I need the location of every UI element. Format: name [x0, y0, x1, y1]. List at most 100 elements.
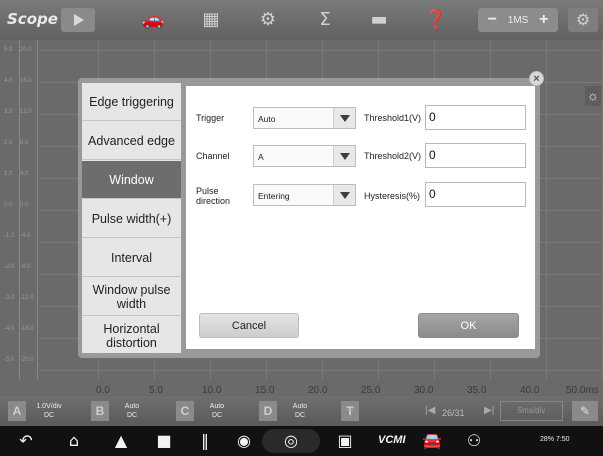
home-icon[interactable]: ⌂	[62, 431, 86, 451]
trigger-select-value: Auto	[258, 114, 276, 124]
status-indicators: 28% 7:50	[540, 436, 570, 443]
tab-interval[interactable]: Interval	[82, 239, 181, 277]
x-tick-label: 30.0	[414, 385, 434, 396]
trigger-label: Trigger	[196, 113, 225, 123]
y-tick-label: 8.0	[20, 140, 29, 146]
y-tick-label: -4.0	[20, 233, 31, 239]
pulse-direction-label-2: direction	[196, 196, 231, 206]
y-tick-label: -2.0	[4, 264, 15, 270]
y-tick-label: -4.0	[4, 326, 15, 332]
x-tick-label: 40.0	[520, 385, 540, 396]
channel-bar: A 1.0V/div DC B Auto DC C Auto DC D Auto DC T ⎓ |◀ 2…	[0, 396, 603, 426]
threshold1-input[interactable]: 0	[425, 105, 526, 130]
tab-edge-triggering[interactable]: Edge triggering	[82, 83, 181, 121]
trigger-select[interactable]: Auto	[253, 107, 356, 129]
y-tick-label: -1.0	[4, 233, 15, 239]
channel-letter: A	[8, 401, 26, 421]
y-tick-label: -20.0	[20, 357, 34, 363]
threshold1-label: Threshold1(V)	[364, 113, 422, 123]
pen-icon[interactable]: ✎	[572, 401, 598, 421]
channel-select[interactable]: A	[253, 145, 356, 167]
recent-apps-icon[interactable]: ■	[152, 431, 176, 451]
split-view-icon[interactable]: ‖	[193, 431, 217, 451]
help-icon[interactable]: ❓	[422, 8, 450, 32]
tab-advanced-edge[interactable]: Advanced edge	[82, 122, 181, 160]
chevron-down-icon	[333, 146, 355, 166]
vci-home-icon[interactable]: ▲	[109, 431, 133, 451]
top-toolbar: Scope 🚗 ▦ ⚙ Σ ▬ ❓ − 1MS + ⚙	[0, 0, 603, 40]
chevron-down-icon	[333, 185, 355, 205]
channel-letter: D	[259, 401, 277, 421]
tab-window[interactable]: Window	[82, 161, 181, 199]
chart-icon[interactable]: ▦	[197, 8, 225, 32]
y-tick-label: 2.0	[4, 140, 13, 146]
y-tick-label: 1.0	[4, 171, 13, 177]
vcm-label[interactable]: VCMI	[378, 434, 406, 446]
y-tick-label: 16.0	[20, 78, 32, 84]
channel-letter: B	[91, 401, 109, 421]
gear-icon[interactable]: ⚙	[254, 8, 282, 32]
x-tick-label: 20.0	[308, 385, 328, 396]
remote-icon[interactable]: ⚇	[462, 431, 486, 451]
y-tick-label: 20.0	[20, 47, 32, 53]
close-icon[interactable]: ×	[529, 71, 544, 86]
hysteresis-label: Hysteresis(%)	[364, 191, 421, 201]
channel-setting: Auto DC	[209, 403, 225, 419]
channel-c[interactable]: C Auto DC	[176, 401, 240, 421]
timebase-plus-button[interactable]: +	[539, 11, 548, 28]
settings-icon[interactable]: ⚙	[568, 8, 598, 32]
tab-pulse-width[interactable]: Pulse width(+)	[82, 200, 181, 238]
tab-horizontal-distortion[interactable]: Horizontal distortion	[82, 317, 181, 353]
car-icon[interactable]: 🚗	[139, 8, 167, 32]
timebase-minus-button[interactable]: −	[488, 11, 497, 28]
ok-button[interactable]: OK	[418, 313, 519, 338]
channel-d[interactable]: D Auto DC	[259, 401, 323, 421]
trigger-type-list: Edge triggering Advanced edge Window Pulse …	[82, 83, 181, 353]
x-tick-label: 15.0	[255, 385, 275, 396]
channel-select-value: A	[258, 152, 264, 162]
browser-icon[interactable]: ◉	[232, 431, 256, 451]
folder-icon[interactable]: ▬	[365, 8, 393, 32]
car-nav-icon[interactable]: 🚘	[420, 431, 444, 451]
pulse-direction-label-1: Pulse	[196, 186, 219, 196]
x-tick-label: 25.0	[361, 385, 381, 396]
bulb-icon[interactable]: ☼	[585, 86, 601, 106]
channel-label: Channel	[196, 151, 230, 161]
pulse-direction-select[interactable]: Entering	[253, 184, 356, 206]
x-tick-label: 5.0	[149, 385, 163, 396]
threshold2-input[interactable]: 0	[425, 143, 526, 168]
y-tick-label: -3.0	[4, 295, 15, 301]
hysteresis-input[interactable]: 0	[425, 182, 526, 207]
y-tick-label: 0.0	[4, 202, 13, 208]
screen-record-icon[interactable]: ▣	[333, 431, 357, 451]
y-tick-label: -16.0	[20, 326, 34, 332]
y-tick-label: 0.0	[20, 202, 29, 208]
y-tick-label: 3.0	[4, 109, 13, 115]
screenshot-button[interactable]: ◎	[262, 429, 320, 453]
pulse-direction-select-value: Entering	[258, 191, 290, 201]
y-tick-label: -5.0	[4, 357, 15, 363]
first-page-icon[interactable]: |◀	[425, 405, 435, 416]
channel-b[interactable]: B Auto DC	[91, 401, 155, 421]
tab-window-pulse-width[interactable]: Window pulse width	[82, 278, 181, 316]
play-button[interactable]	[61, 8, 95, 32]
y-tick-label: 5.0	[4, 47, 13, 53]
threshold2-label: Threshold2(V)	[364, 151, 422, 161]
sigma-icon[interactable]: Σ	[311, 8, 339, 32]
x-tick-label: 10.0	[202, 385, 222, 396]
timebase-value: 1MS	[507, 15, 529, 26]
channel-letter: C	[176, 401, 194, 421]
app-title: Scope	[7, 10, 58, 28]
camera-icon: ◎	[284, 431, 298, 450]
back-icon[interactable]: ↶	[14, 431, 38, 451]
trigger-edge-icon[interactable]: ⎓	[346, 405, 354, 416]
next-page-icon[interactable]: ▶|	[484, 405, 494, 416]
channel-a[interactable]: A 1.0V/div DC	[8, 401, 72, 421]
timebase-control[interactable]: − 1MS +	[478, 8, 558, 32]
channel-setting: Auto DC	[124, 403, 140, 419]
x-tick-label: 50.0ms	[566, 385, 599, 396]
cancel-button[interactable]: Cancel	[199, 313, 299, 338]
grid-line-v	[546, 40, 547, 380]
div-setting[interactable]: 5ms/div	[500, 401, 563, 421]
channel-setting: 1.0V/div DC	[36, 403, 62, 419]
